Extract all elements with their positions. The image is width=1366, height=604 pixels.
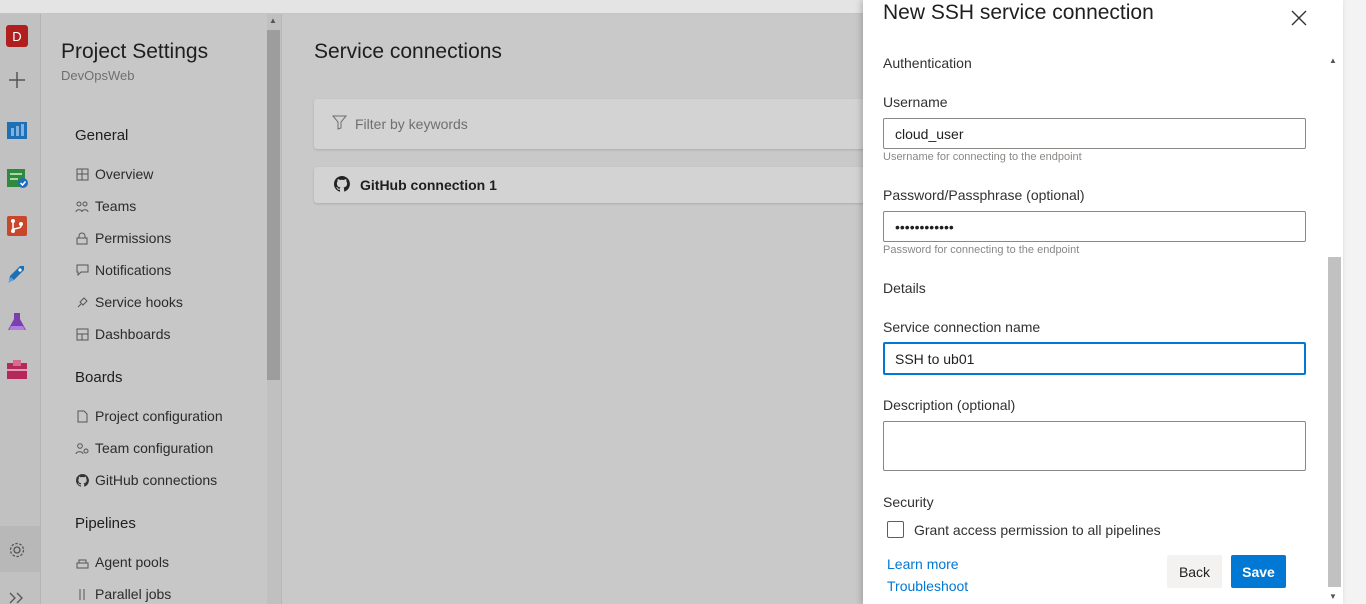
teams-icon (75, 199, 89, 213)
scroll-up-icon[interactable]: ▲ (1329, 56, 1337, 65)
agent-pools-icon (75, 555, 89, 569)
panel-title: New SSH service connection (883, 1, 1154, 24)
connection-name-input[interactable] (883, 342, 1306, 375)
nav-item-label: Agent pools (95, 554, 169, 570)
nav-section-general: General (75, 127, 129, 144)
grant-access-checkbox[interactable] (887, 521, 904, 538)
filter-icon (331, 115, 348, 133)
flask-icon[interactable] (5, 310, 29, 334)
nav-item-label: Permissions (95, 230, 172, 246)
chat-icon (75, 263, 89, 277)
nav-item-team-configuration[interactable]: Team configuration (75, 438, 213, 458)
description-label: Description (optional) (883, 397, 1016, 413)
close-icon (1291, 10, 1307, 26)
grant-access-row[interactable]: Grant access permission to all pipelines (887, 521, 1161, 538)
github-icon (333, 175, 350, 195)
nav-title: Project Settings (61, 40, 209, 63)
github-icon (75, 473, 89, 487)
username-help: Username for connecting to the endpoint (883, 151, 1082, 163)
nav-item-project-configuration[interactable]: Project configuration (75, 406, 223, 426)
team-config-icon (75, 441, 89, 455)
grant-access-label: Grant access permission to all pipelines (914, 521, 1161, 538)
nav-section-boards: Boards (75, 369, 123, 386)
nav-item-label: GitHub connections (95, 472, 218, 488)
nav-item-service-hooks[interactable]: Service hooks (75, 292, 183, 312)
test-plans-icon[interactable] (5, 166, 29, 190)
page-title: Service connections (314, 40, 502, 63)
description-textarea[interactable] (883, 421, 1306, 471)
nav-item-label: Parallel jobs (95, 586, 172, 602)
connection-name-label: Service connection name (883, 319, 1041, 335)
nav-item-label: Team configuration (95, 440, 214, 456)
nav-scrollbar-thumb[interactable] (267, 30, 280, 380)
details-heading: Details (883, 280, 926, 296)
dashboard-icon (75, 327, 89, 341)
overview-icon (75, 167, 89, 181)
right-edge (1343, 0, 1366, 604)
gear-icon[interactable] (5, 538, 29, 562)
nav-item-notifications[interactable]: Notifications (75, 260, 171, 280)
left-rail: D (0, 14, 41, 604)
nav-item-label: Service hooks (95, 294, 183, 310)
project-name: DevOpsWeb (61, 68, 135, 83)
plug-icon (75, 295, 89, 309)
project-settings-nav: Project Settings DevOpsWeb General Overv… (41, 14, 282, 604)
learn-more-link[interactable]: Learn more (887, 556, 959, 572)
security-heading: Security (883, 494, 934, 510)
password-input[interactable] (883, 211, 1306, 242)
nav-item-label: Project configuration (95, 408, 223, 424)
nav-item-label: Teams (95, 198, 137, 214)
nav-section-pipelines: Pipelines (75, 515, 136, 532)
scroll-down-icon[interactable]: ▼ (1329, 592, 1337, 601)
nav-item-github-connections[interactable]: GitHub connections (75, 470, 217, 490)
artifacts-icon[interactable] (5, 358, 29, 382)
nav-item-label: Overview (95, 166, 154, 182)
nav-item-parallel-jobs[interactable]: Parallel jobs (75, 584, 171, 604)
password-help: Password for connecting to the endpoint (883, 244, 1080, 256)
save-button[interactable]: Save (1231, 555, 1286, 588)
repos-icon[interactable] (5, 214, 29, 238)
nav-item-teams[interactable]: Teams (75, 196, 136, 216)
filter-bar[interactable]: Filter by keywords (314, 99, 874, 149)
new-connection-panel: New SSH service connection Authenticatio… (863, 0, 1343, 604)
back-button[interactable]: Back (1167, 555, 1222, 588)
org-avatar[interactable]: D (5, 24, 29, 48)
filter-placeholder: Filter by keywords (355, 116, 468, 132)
lock-icon (75, 231, 89, 245)
pipelines-icon[interactable] (5, 262, 29, 286)
connection-row[interactable]: GitHub connection 1 (314, 167, 874, 203)
nav-item-dashboards[interactable]: Dashboards (75, 324, 171, 344)
nav-item-label: Dashboards (95, 326, 171, 342)
plus-icon[interactable] (5, 68, 29, 92)
nav-item-permissions[interactable]: Permissions (75, 228, 171, 248)
password-label: Password/Passphrase (optional) (883, 187, 1085, 203)
main-content: Service connections Filter by keywords G… (282, 14, 874, 604)
double-chevron-right-icon[interactable] (5, 586, 29, 604)
parallel-icon (75, 587, 89, 601)
nav-item-label: Notifications (95, 262, 172, 278)
scroll-up-icon[interactable]: ▲ (269, 16, 277, 25)
avatar: D (6, 25, 28, 47)
document-icon (75, 409, 89, 423)
nav-item-overview[interactable]: Overview (75, 164, 153, 184)
authentication-heading: Authentication (883, 55, 972, 71)
username-input[interactable] (883, 118, 1306, 149)
connection-name: GitHub connection 1 (360, 177, 497, 193)
nav-item-agent-pools[interactable]: Agent pools (75, 552, 169, 572)
boards-icon[interactable] (5, 118, 29, 142)
troubleshoot-link[interactable]: Troubleshoot (887, 578, 968, 594)
username-label: Username (883, 94, 948, 110)
panel-scrollbar-thumb[interactable] (1328, 257, 1341, 587)
close-button[interactable] (1287, 6, 1311, 30)
